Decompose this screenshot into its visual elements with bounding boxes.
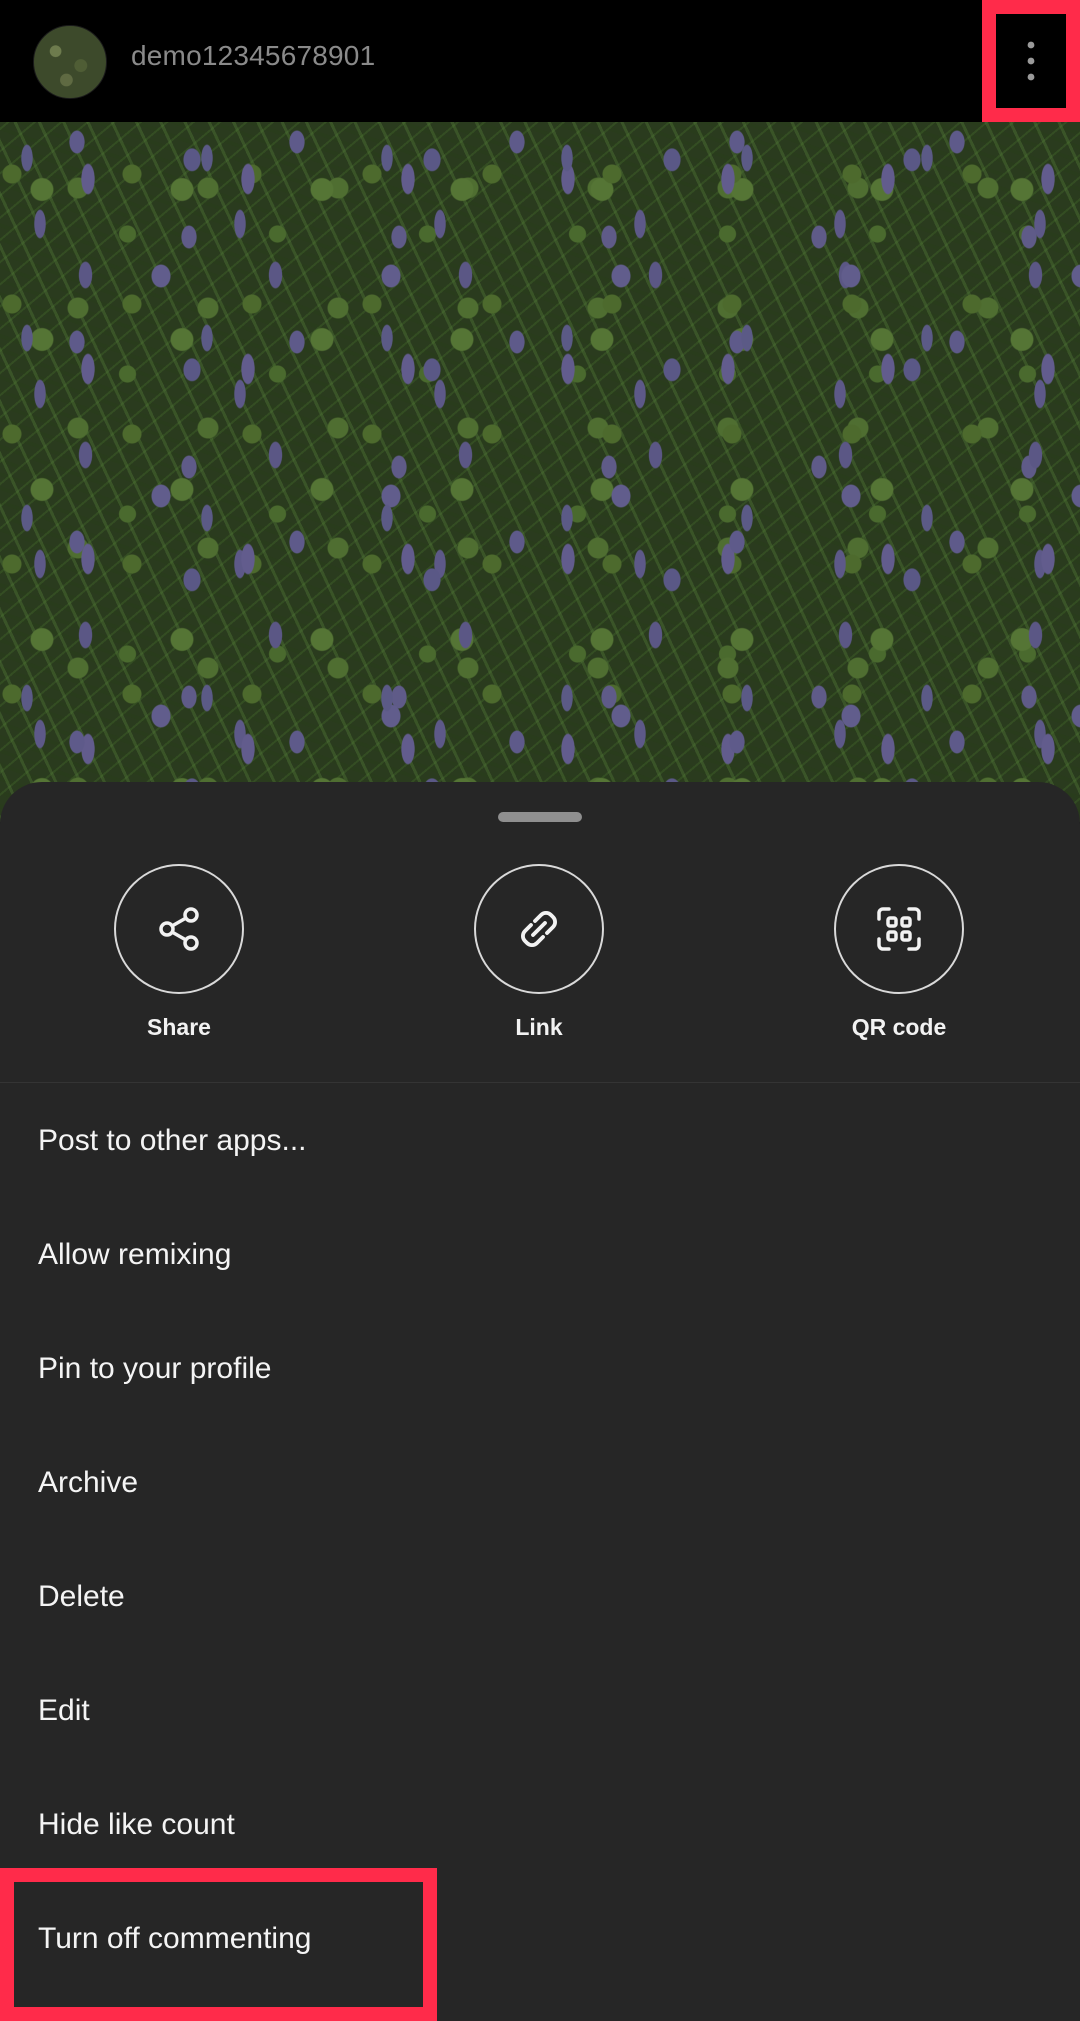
post-header: demo12345678901: [0, 0, 1080, 122]
share-action[interactable]: Share: [79, 864, 279, 1041]
divider: [0, 1082, 1080, 1083]
more-options-button[interactable]: [982, 0, 1080, 122]
link-label: Link: [515, 1014, 563, 1040]
menu-item-label: Edit: [38, 1694, 90, 1727]
menu-item-edit[interactable]: Edit: [0, 1654, 1080, 1768]
screen: demo12345678901 Share Link QR code Post …: [0, 0, 1080, 2021]
avatar[interactable]: [33, 25, 107, 99]
menu-item-allow-remixing[interactable]: Allow remixing: [0, 1198, 1080, 1312]
link-button[interactable]: [474, 864, 604, 994]
menu-item-label: Hide like count: [38, 1808, 235, 1841]
menu-item-hide-like-count[interactable]: Hide like count: [0, 1768, 1080, 1882]
link-action[interactable]: Link: [439, 864, 639, 1041]
sheet-drag-handle[interactable]: [498, 812, 582, 822]
menu-item-label: Post to other apps...: [38, 1124, 307, 1157]
link-icon: [521, 911, 557, 947]
menu-item-pin-to-profile[interactable]: Pin to your profile: [0, 1312, 1080, 1426]
menu-item-archive[interactable]: Archive: [0, 1426, 1080, 1540]
post-image: [0, 122, 1080, 822]
share-button[interactable]: [114, 864, 244, 994]
menu-item-label: Archive: [38, 1466, 139, 1499]
menu-item-label: Delete: [38, 1580, 125, 1613]
share-label: Share: [147, 1014, 211, 1040]
more-vertical-icon: [1027, 41, 1035, 81]
menu-item-turn-off-commenting[interactable]: Turn off commenting: [0, 1882, 1080, 1996]
menu-item-delete[interactable]: Delete: [0, 1540, 1080, 1654]
qr-code-icon: [877, 907, 921, 951]
username[interactable]: demo12345678901: [131, 40, 375, 72]
menu-item-label: Pin to your profile: [38, 1352, 272, 1385]
menu-item-label: Allow remixing: [38, 1238, 232, 1271]
qr-code-button[interactable]: [834, 864, 964, 994]
menu-item-label: Turn off commenting: [38, 1922, 312, 1955]
qr-code-action[interactable]: QR code: [799, 864, 999, 1041]
share-icon: [159, 907, 199, 951]
menu-item-post-to-other-apps[interactable]: Post to other apps...: [0, 1084, 1080, 1198]
qr-code-label: QR code: [851, 1014, 947, 1040]
